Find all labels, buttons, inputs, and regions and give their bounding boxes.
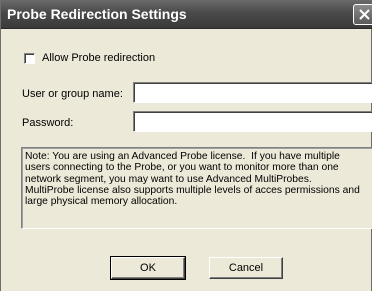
user-label: User or group name: xyxy=(22,88,123,100)
window-title: Probe Redirection Settings xyxy=(7,6,187,22)
password-input[interactable] xyxy=(133,111,372,132)
user-input[interactable] xyxy=(133,82,372,103)
title-bar[interactable]: Probe Redirection Settings xyxy=(1,0,372,29)
close-icon xyxy=(359,9,370,20)
cancel-button[interactable]: Cancel xyxy=(209,257,283,279)
note-panel: Note: You are using an Advanced Probe li… xyxy=(21,147,372,229)
password-label: Password: xyxy=(22,117,74,129)
ok-button[interactable]: OK xyxy=(110,256,186,280)
dialog-window: Probe Redirection Settings Allow Probe r… xyxy=(0,0,372,291)
close-button[interactable] xyxy=(353,4,372,25)
note-text: Note: You are using an Advanced Probe li… xyxy=(25,151,360,208)
allow-redirection-checkbox[interactable] xyxy=(24,53,35,64)
allow-redirection-label[interactable]: Allow Probe redirection xyxy=(42,52,155,64)
